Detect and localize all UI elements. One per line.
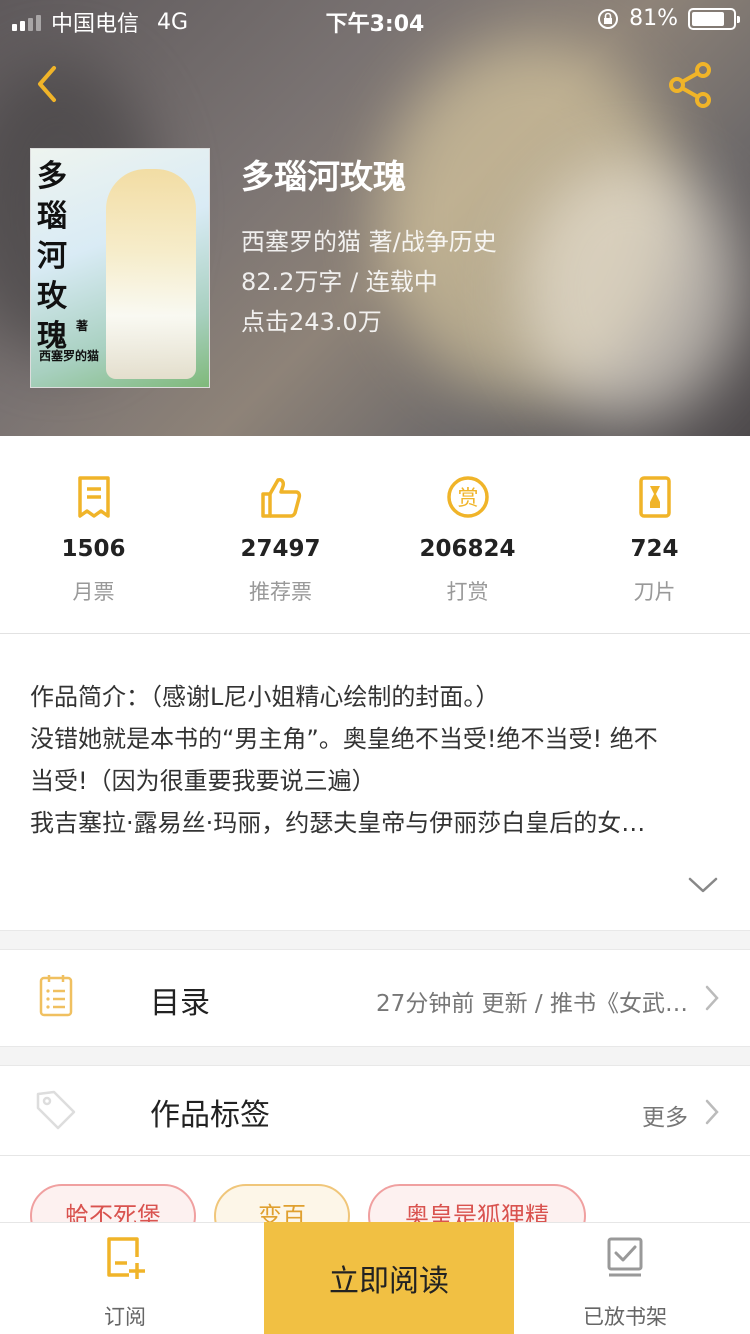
- subscribe-button[interactable]: 订阅: [0, 1223, 250, 1334]
- back-arrow-icon: [38, 66, 56, 102]
- stats-panel: 1506 月票 27497 推荐票 赏 206824 打赏 724 刀片: [0, 436, 750, 634]
- stat-reward[interactable]: 赏 206824 打赏: [374, 436, 561, 634]
- book-cover[interactable]: 多 瑙 河 玫 瑰 著 西塞罗的猫: [30, 148, 210, 388]
- section-divider: [0, 930, 750, 950]
- subscribe-label: 订阅: [104, 1305, 146, 1329]
- tags-more[interactable]: 更多: [642, 1098, 688, 1132]
- subscribe-icon: [107, 1237, 145, 1279]
- svg-text:赏: 赏: [457, 486, 478, 510]
- stat-monthly-ticket[interactable]: 1506 月票: [0, 436, 187, 634]
- intro-line: 作品简介：（感谢L尼小姐精心绘制的封面。）: [30, 683, 500, 711]
- cover-illustration: [106, 169, 196, 379]
- stat-label: 推荐票: [249, 580, 312, 604]
- cover-zhu: 著: [76, 319, 89, 333]
- intro-line: 没错她就是本书的“男主角”。奥皇绝不当受!绝不当受! 绝不: [30, 725, 658, 753]
- chevron-right-icon: [705, 1099, 719, 1125]
- stat-value: 1506: [61, 536, 126, 562]
- cover-title: 多 瑙 河 玫 瑰: [37, 159, 67, 354]
- catalog-row[interactable]: 目录 27分钟前 更新 / 推书《女武…: [0, 950, 750, 1046]
- battery-icon: [688, 7, 740, 30]
- read-now-button[interactable]: 立即阅读: [264, 1222, 514, 1334]
- monthly-ticket-icon: [77, 476, 110, 518]
- bookshelf-label: 已放书架: [583, 1305, 667, 1329]
- expand-chevron-icon[interactable]: [688, 875, 718, 895]
- book-click-count: 点击243.0万: [241, 308, 382, 336]
- stat-value: 27497: [240, 536, 321, 562]
- stat-label: 刀片: [633, 580, 676, 604]
- stat-label: 月票: [72, 580, 115, 604]
- share-icon: [669, 62, 711, 108]
- status-bar: 中国电信 4G 下午3:04 81%: [0, 0, 750, 40]
- share-button[interactable]: [665, 60, 715, 110]
- catalog-title: 目录: [150, 986, 210, 1021]
- stat-recommend-ticket[interactable]: 27497 推荐票: [187, 436, 374, 634]
- stat-blade[interactable]: 724 刀片: [561, 436, 748, 634]
- book-author-genre: 西塞罗的猫 著/战争历史: [241, 228, 497, 256]
- stat-value: 724: [630, 536, 679, 562]
- book-title: 多瑙河玫瑰: [241, 157, 406, 196]
- intro-line: 我吉塞拉·露易丝·玛丽，约瑟夫皇帝与伊丽莎白皇后的女…: [30, 809, 646, 837]
- catalog-icon: [39, 975, 73, 1017]
- intro-line: 当受!（因为很重要我要说三遍）: [30, 767, 376, 795]
- blade-icon: [638, 476, 671, 518]
- tag-icon: [36, 1090, 76, 1130]
- book-intro[interactable]: 作品简介：（感谢L尼小姐精心绘制的封面。） 没错她就是本书的“男主角”。奥皇绝不…: [30, 676, 720, 844]
- reward-icon: 赏: [446, 476, 489, 518]
- back-button[interactable]: [30, 62, 70, 106]
- chevron-right-icon: [705, 985, 719, 1011]
- tag-list: 蛤不死堡 变百 奥皇是狐狸精: [0, 1158, 750, 1228]
- cover-author: 西塞罗的猫: [39, 349, 100, 363]
- battery-percent: 81%: [629, 6, 678, 31]
- tags-title: 作品标签: [150, 1098, 270, 1133]
- orientation-lock-icon: [598, 8, 619, 29]
- section-divider: [0, 1046, 750, 1066]
- book-header: 中国电信 4G 下午3:04 81% 多 瑙 河 玫 瑰 著 西塞罗的猫 多瑙河…: [0, 0, 750, 436]
- bookshelf-check-icon: [607, 1237, 643, 1277]
- book-word-count: 82.2万字 / 连载中: [241, 268, 438, 296]
- bookshelf-button[interactable]: 已放书架: [500, 1223, 750, 1334]
- stat-value: 206824: [419, 536, 516, 562]
- catalog-update-info: 27分钟前 更新 / 推书《女武…: [376, 991, 688, 1017]
- header-backdrop: [520, 160, 740, 420]
- tags-row[interactable]: 作品标签 更多: [0, 1066, 750, 1156]
- thumbs-up-icon: [260, 478, 301, 518]
- stat-label: 打赏: [446, 580, 489, 604]
